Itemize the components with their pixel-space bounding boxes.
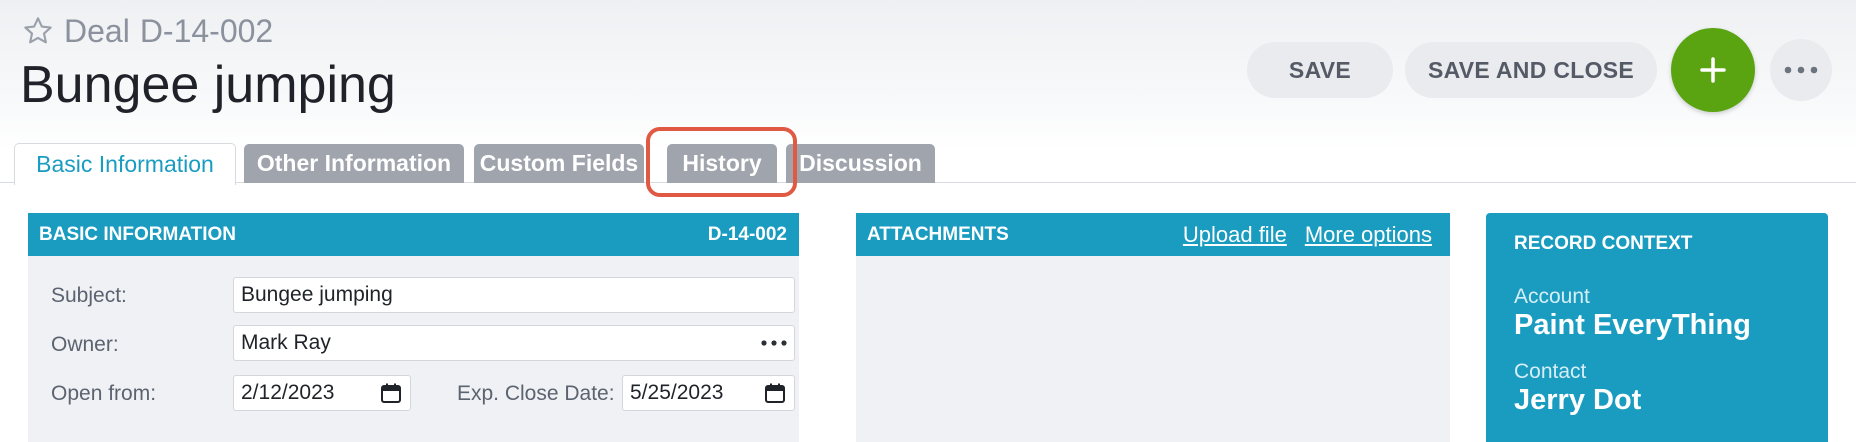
attachments-title: ATTACHMENTS: [867, 223, 1009, 245]
history-tab-highlight: [646, 127, 797, 197]
subject-value: Bungee jumping: [241, 283, 393, 306]
open-from-value: 2/12/2023: [241, 381, 335, 404]
basic-information-header: BASIC INFORMATION D-14-002: [28, 213, 799, 256]
plus-icon: [1700, 57, 1726, 83]
tab-other-information[interactable]: Other Information: [244, 144, 464, 183]
subject-label: Subject:: [51, 284, 127, 307]
account-label: Account: [1514, 285, 1590, 308]
tab-basic-information[interactable]: Basic Information: [14, 143, 236, 185]
contact-link[interactable]: Jerry Dot: [1514, 384, 1804, 417]
ellipsis-icon[interactable]: [761, 340, 787, 346]
save-button[interactable]: SAVE: [1247, 42, 1393, 98]
more-actions-button[interactable]: [1770, 39, 1832, 101]
star-icon[interactable]: [22, 15, 54, 47]
close-date-field[interactable]: 5/25/2023: [622, 375, 795, 411]
record-context-panel: RECORD CONTEXT Account Paint EveryThing …: [1486, 213, 1828, 442]
owner-field[interactable]: Mark Ray: [233, 325, 795, 361]
subject-field[interactable]: Bungee jumping: [233, 277, 795, 313]
account-link[interactable]: Paint EveryThing: [1514, 309, 1804, 342]
open-from-label: Open from:: [51, 382, 157, 405]
owner-label: Owner:: [51, 333, 119, 356]
add-button[interactable]: [1671, 28, 1755, 112]
calendar-icon[interactable]: [379, 381, 403, 405]
close-date-value: 5/25/2023: [630, 381, 724, 404]
open-from-date-field[interactable]: 2/12/2023: [233, 375, 411, 411]
tab-custom-fields[interactable]: Custom Fields: [474, 144, 644, 183]
calendar-icon[interactable]: [763, 381, 787, 405]
close-date-label: Exp. Close Date:: [457, 382, 615, 405]
upload-file-link[interactable]: Upload file: [1183, 222, 1287, 248]
page-title: Bungee jumping: [20, 56, 396, 114]
contact-label: Contact: [1514, 360, 1587, 383]
deal-breadcrumb: Deal D-14-002: [22, 10, 273, 52]
owner-value: Mark Ray: [241, 331, 331, 354]
basic-information-title: BASIC INFORMATION: [39, 223, 237, 245]
save-and-close-button[interactable]: SAVE AND CLOSE: [1405, 42, 1657, 98]
attachments-links: Upload file More options: [1183, 222, 1432, 248]
more-horizontal-icon: [1784, 66, 1818, 74]
deal-id: D-14-002: [139, 12, 274, 49]
record-id: D-14-002: [707, 223, 787, 245]
attachments-header: ATTACHMENTS Upload file More options: [856, 213, 1450, 256]
more-options-link[interactable]: More options: [1305, 222, 1432, 248]
record-context-title: RECORD CONTEXT: [1514, 233, 1693, 254]
tab-discussion[interactable]: Discussion: [786, 144, 935, 183]
deal-prefix: Deal: [64, 12, 130, 49]
attachments-body: [856, 256, 1450, 442]
